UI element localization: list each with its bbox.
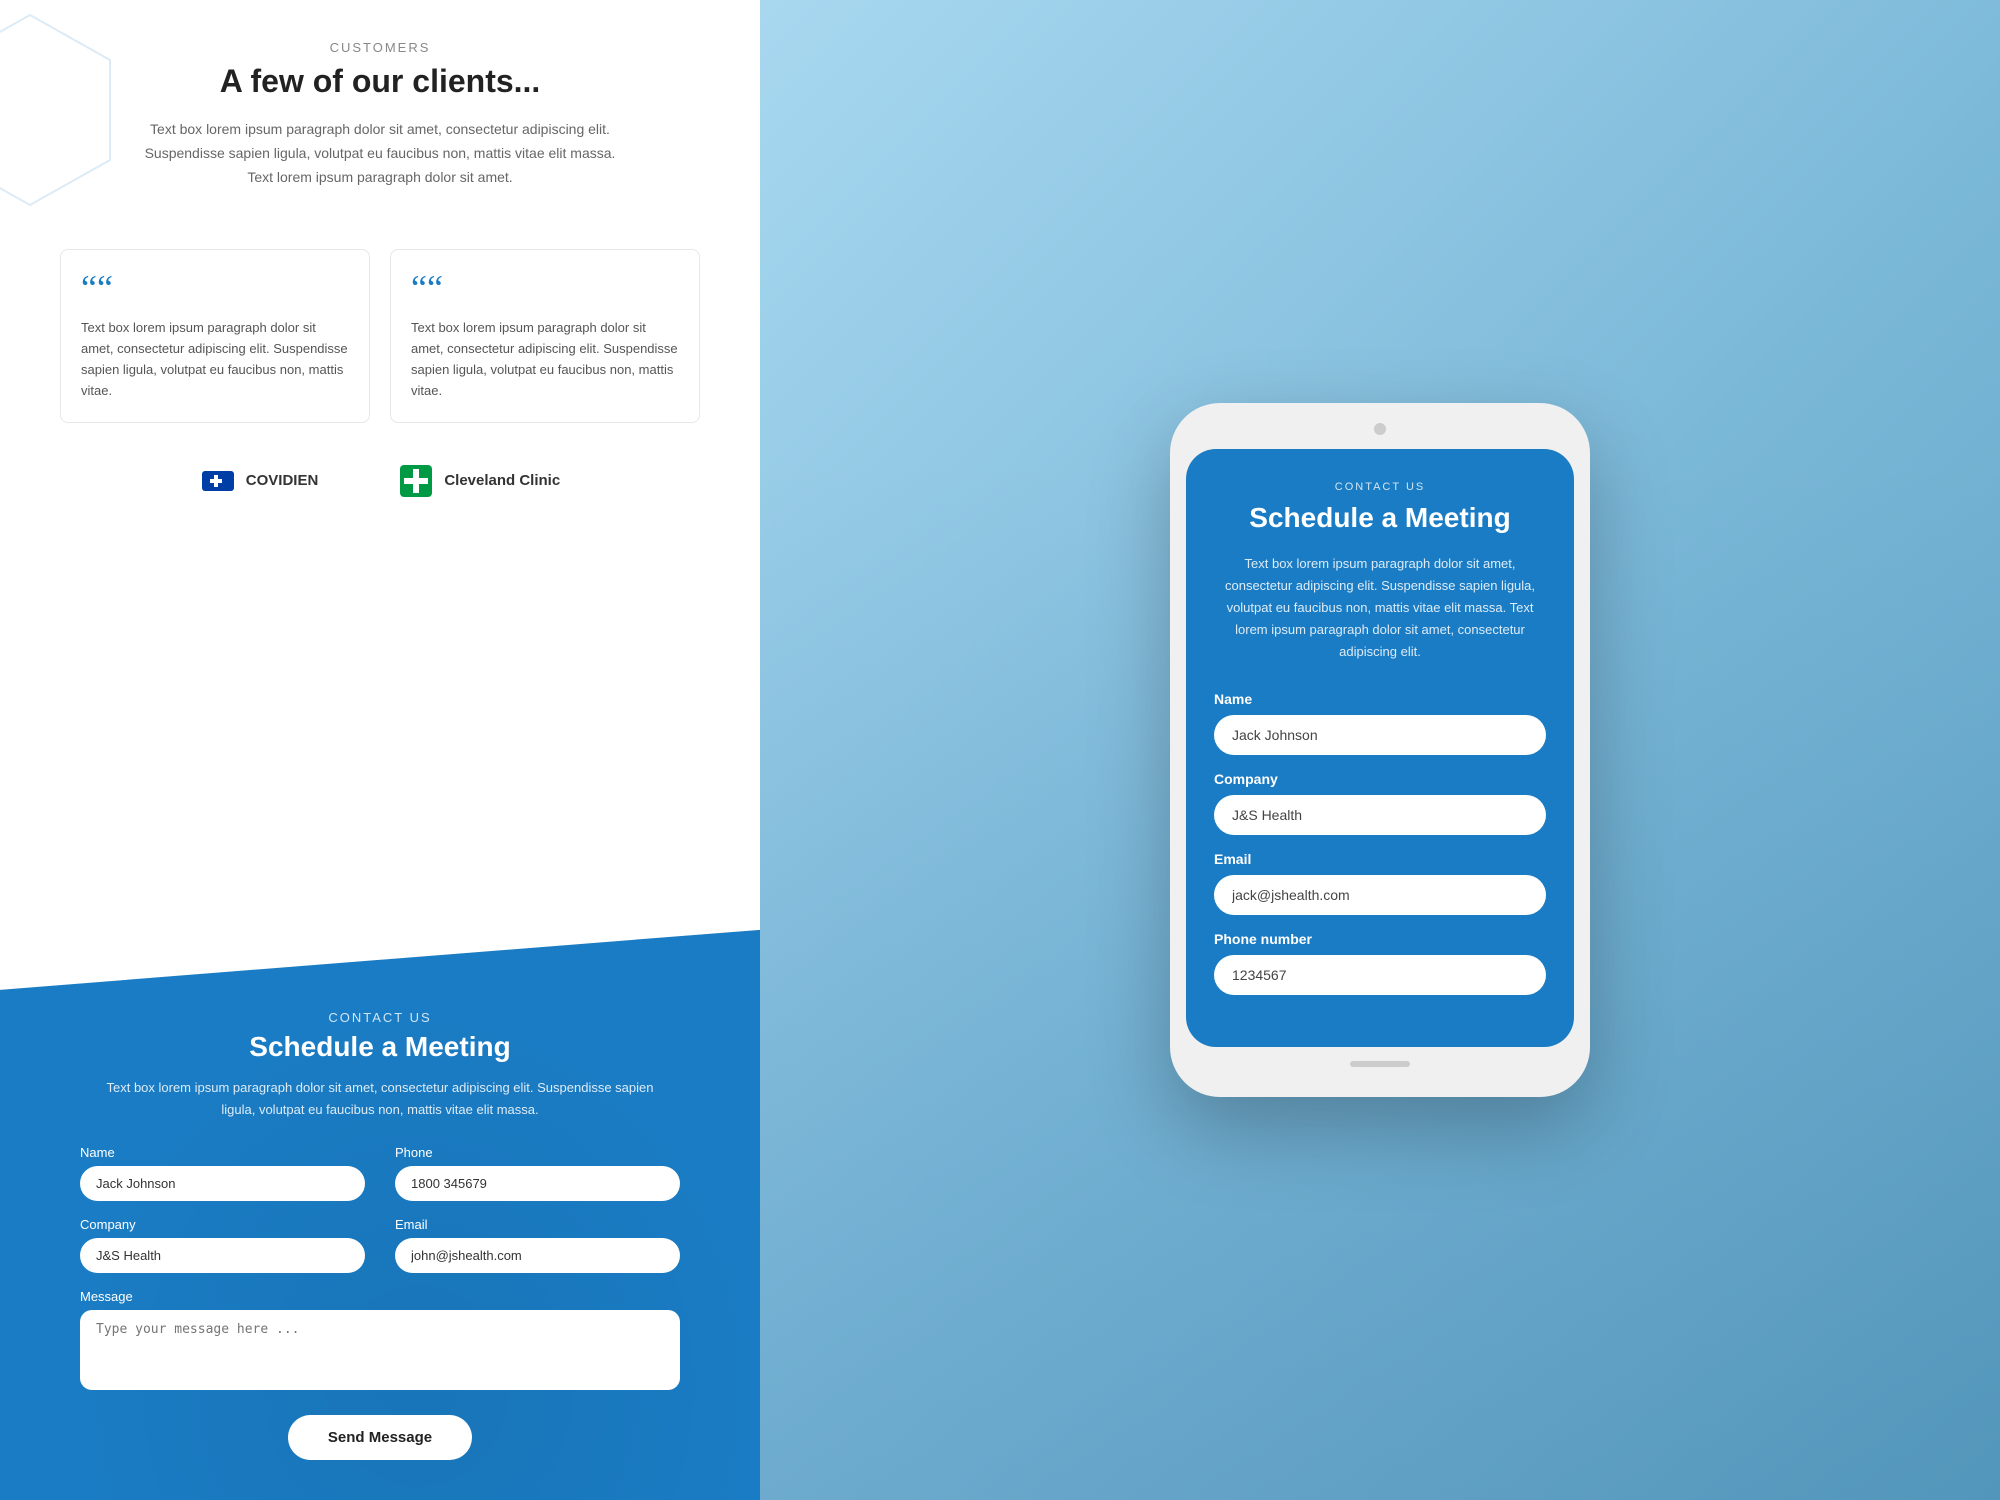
quote-mark-2: ““ xyxy=(411,270,679,306)
contact-section: CONTACT US Schedule a Meeting Text box l… xyxy=(0,930,760,1500)
left-panel: CUSTOMERS A few of our clients... Text b… xyxy=(0,0,760,1500)
phone-phone-field: Phone number xyxy=(1214,931,1546,995)
send-button[interactable]: Send Message xyxy=(288,1415,472,1460)
contact-title: Schedule a Meeting xyxy=(80,1031,680,1063)
phone-company-input[interactable] xyxy=(1214,795,1546,835)
email-label: Email xyxy=(395,1217,680,1232)
phone-company-field: Company xyxy=(1214,771,1546,835)
email-field: Email xyxy=(395,1217,680,1273)
clients-row: COVIDIEN Cleveland Clinic xyxy=(0,453,760,529)
phone-name-input[interactable] xyxy=(1214,715,1546,755)
phone-company-label: Company xyxy=(1214,771,1546,787)
message-label: Message xyxy=(80,1289,680,1304)
name-input[interactable] xyxy=(80,1166,365,1201)
client-covidien: COVIDIEN xyxy=(200,463,319,499)
email-input[interactable] xyxy=(395,1238,680,1273)
contact-desc: Text box lorem ipsum paragraph dolor sit… xyxy=(100,1077,660,1121)
company-input[interactable] xyxy=(80,1238,365,1273)
phone-screen: CONTACT US Schedule a Meeting Text box l… xyxy=(1186,449,1574,1047)
phone-email-label: Email xyxy=(1214,851,1546,867)
covidien-label: COVIDIEN xyxy=(246,472,319,489)
company-field: Company xyxy=(80,1217,365,1273)
testimonial-card-2: ““ Text box lorem ipsum paragraph dolor … xyxy=(390,249,700,422)
company-label: Company xyxy=(80,1217,365,1232)
phone-field: Phone xyxy=(395,1145,680,1201)
phone-phone-input[interactable] xyxy=(1214,955,1546,995)
phone-camera xyxy=(1374,423,1386,435)
cleveland-label: Cleveland Clinic xyxy=(444,472,560,489)
phone-label: Phone xyxy=(395,1145,680,1160)
phone-mockup: CONTACT US Schedule a Meeting Text box l… xyxy=(1170,403,1590,1097)
phone-name-field: Name xyxy=(1214,691,1546,755)
phone-name-label: Name xyxy=(1214,691,1546,707)
phone-home-bar xyxy=(1350,1061,1410,1067)
phone-input[interactable] xyxy=(395,1166,680,1201)
testimonial-text-2: Text box lorem ipsum paragraph dolor sit… xyxy=(411,318,679,401)
quote-mark-1: ““ xyxy=(81,270,349,306)
name-label: Name xyxy=(80,1145,365,1160)
phone-desc: Text box lorem ipsum paragraph dolor sit… xyxy=(1214,553,1546,663)
right-panel: CONTACT US Schedule a Meeting Text box l… xyxy=(760,0,2000,1500)
phone-email-input[interactable] xyxy=(1214,875,1546,915)
message-textarea[interactable] xyxy=(80,1310,680,1390)
cleveland-icon xyxy=(398,463,434,499)
phone-contact-label: CONTACT US xyxy=(1214,481,1546,493)
phone-title: Schedule a Meeting xyxy=(1214,501,1546,535)
customers-desc: Text box lorem ipsum paragraph dolor sit… xyxy=(130,118,630,189)
hexagon-decoration xyxy=(0,10,120,210)
customers-title: A few of our clients... xyxy=(80,63,680,100)
testimonial-card-1: ““ Text box lorem ipsum paragraph dolor … xyxy=(60,249,370,422)
message-field: Message xyxy=(80,1289,680,1395)
phone-email-field: Email xyxy=(1214,851,1546,915)
testimonial-text-1: Text box lorem ipsum paragraph dolor sit… xyxy=(81,318,349,401)
contact-label: CONTACT US xyxy=(80,1010,680,1025)
phone-phone-label: Phone number xyxy=(1214,931,1546,947)
customers-label: CUSTOMERS xyxy=(80,40,680,55)
testimonials-row: ““ Text box lorem ipsum paragraph dolor … xyxy=(0,249,760,422)
covidien-icon xyxy=(200,463,236,499)
name-field: Name xyxy=(80,1145,365,1201)
client-cleveland: Cleveland Clinic xyxy=(398,463,560,499)
